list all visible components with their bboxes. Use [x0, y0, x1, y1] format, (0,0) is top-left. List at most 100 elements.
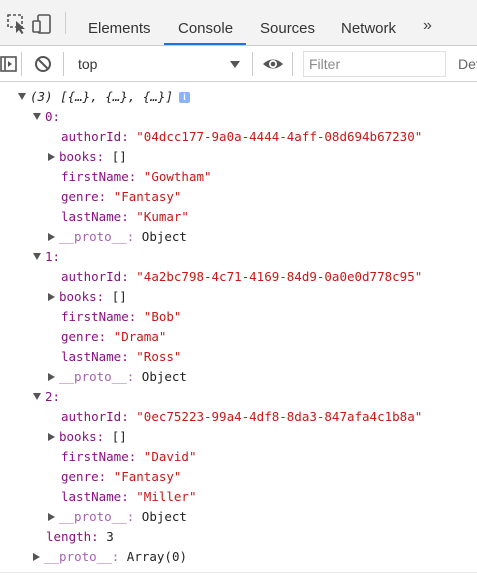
item-index: 0:: [45, 109, 61, 124]
proto-key: __proto__:: [59, 229, 135, 244]
devtools-tab-bar: Elements Console Sources Network »: [0, 0, 477, 46]
property-key: lastName:: [61, 209, 129, 224]
array-proto-row[interactable]: __proto__: Array(0): [33, 547, 187, 567]
collapse-arrow-icon[interactable]: [33, 113, 41, 120]
property-row: genre: "Fantasy": [61, 467, 181, 487]
property-key: authorId:: [61, 269, 129, 284]
toolbar-divider: [252, 52, 253, 76]
tab-console[interactable]: Console: [178, 0, 233, 45]
property-value: "04dcc177-9a0a-4444-4aff-08d694b67230": [136, 129, 423, 144]
array-item-row[interactable]: 0:: [33, 107, 60, 127]
property-row: lastName: "Kumar": [61, 207, 189, 227]
chevron-down-icon: [230, 61, 240, 68]
property-key: authorId:: [61, 129, 129, 144]
property-value: "Fantasy": [113, 189, 182, 204]
clear-console-icon[interactable]: [33, 54, 53, 74]
proto-value: Object: [141, 229, 187, 244]
collapse-arrow-icon[interactable]: [33, 393, 41, 400]
expand-arrow-icon[interactable]: [33, 553, 40, 561]
more-tabs-button[interactable]: »: [423, 16, 432, 36]
proto-row[interactable]: __proto__: Object: [48, 367, 187, 387]
log-levels-dropdown[interactable]: Def: [458, 46, 477, 82]
property-key: genre:: [61, 329, 107, 344]
property-value: "Bob": [143, 309, 182, 324]
property-key: genre:: [61, 189, 107, 204]
execution-context-label: top: [78, 56, 98, 72]
property-key: firstName:: [61, 449, 137, 464]
property-value: []: [111, 289, 127, 304]
collapse-arrow-icon[interactable]: [33, 253, 41, 260]
array-summary-row[interactable]: (3) [{…}, {…}, {…}] i: [18, 87, 190, 107]
property-row[interactable]: books: []: [48, 427, 127, 447]
property-row: lastName: "Ross": [61, 347, 181, 367]
property-key: books:: [59, 289, 105, 304]
filter-field[interactable]: [303, 51, 446, 77]
item-index: 1:: [45, 249, 61, 264]
property-row: authorId: "0ec75223-99a4-4df8-8da3-847af…: [61, 407, 422, 427]
property-row[interactable]: books: []: [48, 147, 127, 167]
item-index: 2:: [45, 389, 61, 404]
property-value: "Fantasy": [113, 469, 182, 484]
show-sidebar-icon[interactable]: [0, 54, 20, 74]
proto-key: __proto__:: [59, 369, 135, 384]
array-summary: (3) [{…}, {…}, {…}]: [30, 89, 173, 104]
proto-key: __proto__:: [44, 549, 120, 564]
property-value: "Kumar": [136, 209, 189, 224]
length-key: length:: [46, 529, 99, 544]
property-row: firstName: "Gowtham": [61, 167, 212, 187]
property-key: genre:: [61, 469, 107, 484]
tab-network[interactable]: Network: [341, 0, 396, 45]
filter-input[interactable]: [309, 53, 439, 75]
proto-value: Array(0): [126, 549, 188, 564]
expand-arrow-icon[interactable]: [48, 293, 55, 301]
property-row: genre: "Fantasy": [61, 187, 181, 207]
toolbar-divider: [21, 52, 22, 76]
array-item-row[interactable]: 2:: [33, 387, 60, 407]
console-toolbar: top Def: [0, 46, 477, 82]
property-value: "Drama": [113, 329, 167, 344]
expand-arrow-icon[interactable]: [48, 513, 55, 521]
property-value: "David": [143, 449, 197, 464]
expand-arrow-icon[interactable]: [48, 433, 55, 441]
proto-key: __proto__:: [59, 509, 135, 524]
property-value: "Gowtham": [143, 169, 212, 184]
property-key: firstName:: [61, 309, 137, 324]
live-expression-eye-icon[interactable]: [262, 54, 283, 74]
property-value: "4a2bc798-4c71-4169-84d9-0a0e0d778c95": [136, 269, 423, 284]
property-key: authorId:: [61, 409, 129, 424]
length-row: length: 3: [46, 527, 114, 547]
proto-value: Object: [141, 369, 187, 384]
expand-arrow-icon[interactable]: [48, 233, 55, 241]
tab-elements[interactable]: Elements: [88, 0, 151, 45]
toolbar-divider: [292, 52, 293, 76]
info-icon[interactable]: i: [179, 92, 190, 103]
property-key: lastName:: [61, 349, 129, 364]
execution-context-select[interactable]: top: [69, 50, 247, 78]
property-value: []: [111, 149, 127, 164]
property-row[interactable]: books: []: [48, 287, 127, 307]
property-key: books:: [59, 429, 105, 444]
property-value: []: [111, 429, 127, 444]
property-row: genre: "Drama": [61, 327, 166, 347]
length-value: 3: [106, 529, 114, 544]
proto-row[interactable]: __proto__: Object: [48, 227, 187, 247]
array-item-row[interactable]: 1:: [33, 247, 60, 267]
inspect-element-icon[interactable]: [7, 14, 29, 34]
property-key: firstName:: [61, 169, 137, 184]
console-divider: [0, 572, 477, 573]
collapse-arrow-icon[interactable]: [18, 93, 26, 100]
property-value: "0ec75223-99a4-4df8-8da3-847afa4c1b8a": [136, 409, 423, 424]
expand-arrow-icon[interactable]: [48, 373, 55, 381]
active-tab-indicator: [164, 43, 246, 45]
property-value: "Ross": [136, 349, 182, 364]
property-row: firstName: "Bob": [61, 307, 181, 327]
property-key: books:: [59, 149, 105, 164]
tab-sources[interactable]: Sources: [260, 0, 315, 45]
toolbar-divider: [65, 12, 66, 34]
proto-row[interactable]: __proto__: Object: [48, 507, 187, 527]
expand-arrow-icon[interactable]: [48, 153, 55, 161]
device-toolbar-icon[interactable]: [32, 14, 54, 34]
property-key: lastName:: [61, 489, 129, 504]
proto-value: Object: [141, 509, 187, 524]
property-row: firstName: "David": [61, 447, 196, 467]
